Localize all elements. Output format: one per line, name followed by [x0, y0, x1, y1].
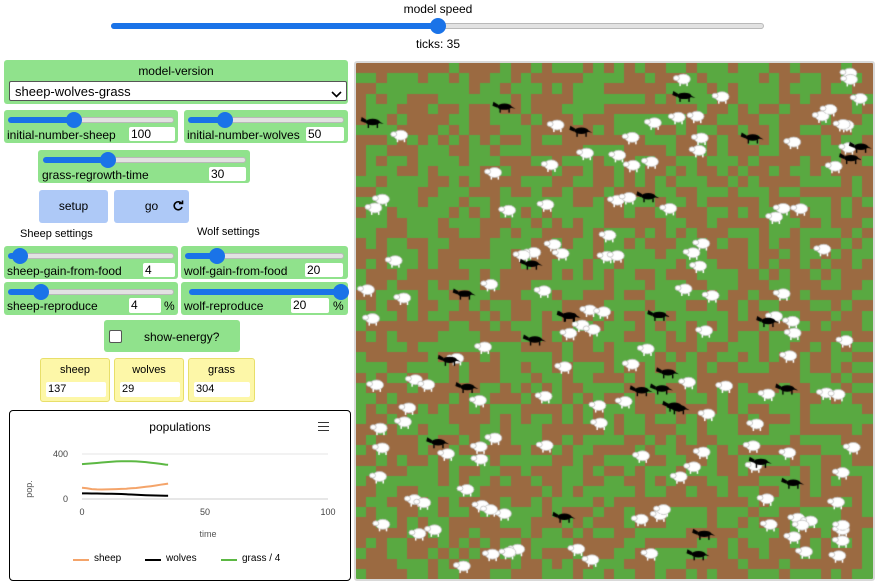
grass-regrowth-time-label: grass-regrowth-time	[42, 168, 149, 182]
y-axis-label: pop.	[24, 480, 34, 498]
wolf-gain-from-food-label: wolf-gain-from-food	[184, 264, 288, 278]
show-energy-label: show-energy?	[144, 330, 220, 344]
sheep-gain-from-food-slider[interactable]	[8, 248, 174, 264]
legend-label-sheep: sheep	[94, 553, 122, 564]
sheep-gain-from-food-value[interactable]: 4	[143, 263, 175, 277]
legend-swatch-grass	[221, 559, 237, 561]
wolves-monitor-label: wolves	[132, 364, 166, 376]
sheep-reproduce-label: sheep-reproduce	[7, 299, 98, 313]
x-tick-label: 0	[79, 507, 84, 517]
grass-monitor: grass 304	[188, 358, 255, 402]
show-energy-checkbox[interactable]	[109, 330, 122, 343]
go-button[interactable]: go	[114, 190, 189, 223]
forever-loop-icon	[172, 192, 184, 225]
initial-number-sheep-slider-widget: initial-number-sheep 100	[4, 110, 178, 143]
initial-number-sheep-label: initial-number-sheep	[7, 128, 116, 142]
legend-label-grass: grass / 4	[242, 553, 281, 564]
initial-number-wolves-slider-widget: initial-number-wolves 50	[184, 110, 348, 143]
series-line-wolves	[82, 492, 169, 497]
initial-number-sheep-value[interactable]: 100	[129, 127, 175, 141]
legend-swatch-wolves	[145, 559, 161, 561]
sheep-monitor: sheep 137	[40, 358, 110, 402]
y-tick-label: 0	[63, 494, 68, 504]
wolf-gain-from-food-slider[interactable]	[185, 248, 344, 264]
grass-regrowth-time-slider[interactable]	[43, 152, 246, 168]
initial-number-wolves-slider[interactable]	[188, 112, 344, 128]
wolves-monitor-value: 29	[120, 382, 180, 397]
sheep-settings-label: Sheep settings	[20, 228, 93, 240]
grass-monitor-value: 304	[194, 382, 250, 397]
x-axis-label: time	[199, 529, 216, 539]
setup-button-label: setup	[58, 199, 89, 213]
model-version-label: model-version	[138, 64, 214, 78]
plot-legend: sheep wolves grass / 4	[10, 552, 350, 568]
wolf-settings-label: Wolf settings	[197, 226, 260, 238]
sheep-gain-from-food-label: sheep-gain-from-food	[7, 264, 122, 278]
show-energy-switch[interactable]: show-energy?	[104, 320, 240, 352]
initial-number-sheep-slider[interactable]	[8, 112, 174, 128]
grass-regrowth-time-slider-widget: grass-regrowth-time 30	[38, 150, 250, 183]
ticks-label: ticks: 35	[415, 37, 460, 51]
x-tick-label: 100	[320, 507, 335, 517]
grass-monitor-label: grass	[208, 364, 235, 376]
model-version-chooser[interactable]: model-version sheep-wolves-grass	[4, 60, 348, 104]
sheep-reproduce-value[interactable]: 4	[129, 298, 161, 313]
initial-number-wolves-value[interactable]: 50	[306, 127, 344, 141]
chevron-down-icon	[331, 87, 342, 101]
sheep-monitor-label: sheep	[60, 364, 90, 376]
wolves-monitor: wolves 29	[114, 358, 184, 402]
wolf-reproduce-unit: %	[333, 299, 344, 313]
x-tick-label: 50	[200, 507, 210, 517]
sheep-gain-from-food-slider-widget: sheep-gain-from-food 4	[4, 246, 178, 279]
legend-swatch-sheep	[73, 559, 89, 561]
model-version-value: sheep-wolves-grass	[15, 84, 131, 99]
sheep-monitor-value: 137	[46, 382, 106, 397]
wolf-reproduce-value[interactable]: 20	[291, 298, 329, 313]
world-view[interactable]	[354, 61, 875, 581]
grass-regrowth-time-value[interactable]: 30	[209, 167, 246, 181]
sheep-reproduce-unit: %	[164, 299, 175, 313]
speed-label: model speed	[403, 2, 473, 16]
setup-button[interactable]: setup	[39, 190, 108, 223]
wolf-gain-from-food-slider-widget: wolf-gain-from-food 20	[181, 246, 348, 279]
populations-plot: populations pop. time 400 0 0 50 100 sheep w…	[9, 410, 351, 581]
y-tick-label: 400	[53, 449, 68, 459]
wolf-reproduce-slider-widget: wolf-reproduce 20 %	[181, 282, 349, 315]
initial-number-wolves-label: initial-number-wolves	[187, 128, 300, 142]
wolf-gain-from-food-value[interactable]: 20	[305, 263, 343, 277]
sheep-reproduce-slider-widget: sheep-reproduce 4 %	[4, 282, 178, 315]
series-line-grass	[81, 460, 169, 466]
model-version-select[interactable]: sheep-wolves-grass	[9, 81, 347, 101]
series-line-sheep	[81, 482, 169, 491]
speed-slider-thumb[interactable]	[429, 18, 446, 34]
go-button-label: go	[144, 199, 159, 213]
wolf-reproduce-label: wolf-reproduce	[184, 299, 264, 313]
legend-label-wolves: wolves	[166, 553, 197, 564]
speed-slider[interactable]	[111, 18, 764, 34]
